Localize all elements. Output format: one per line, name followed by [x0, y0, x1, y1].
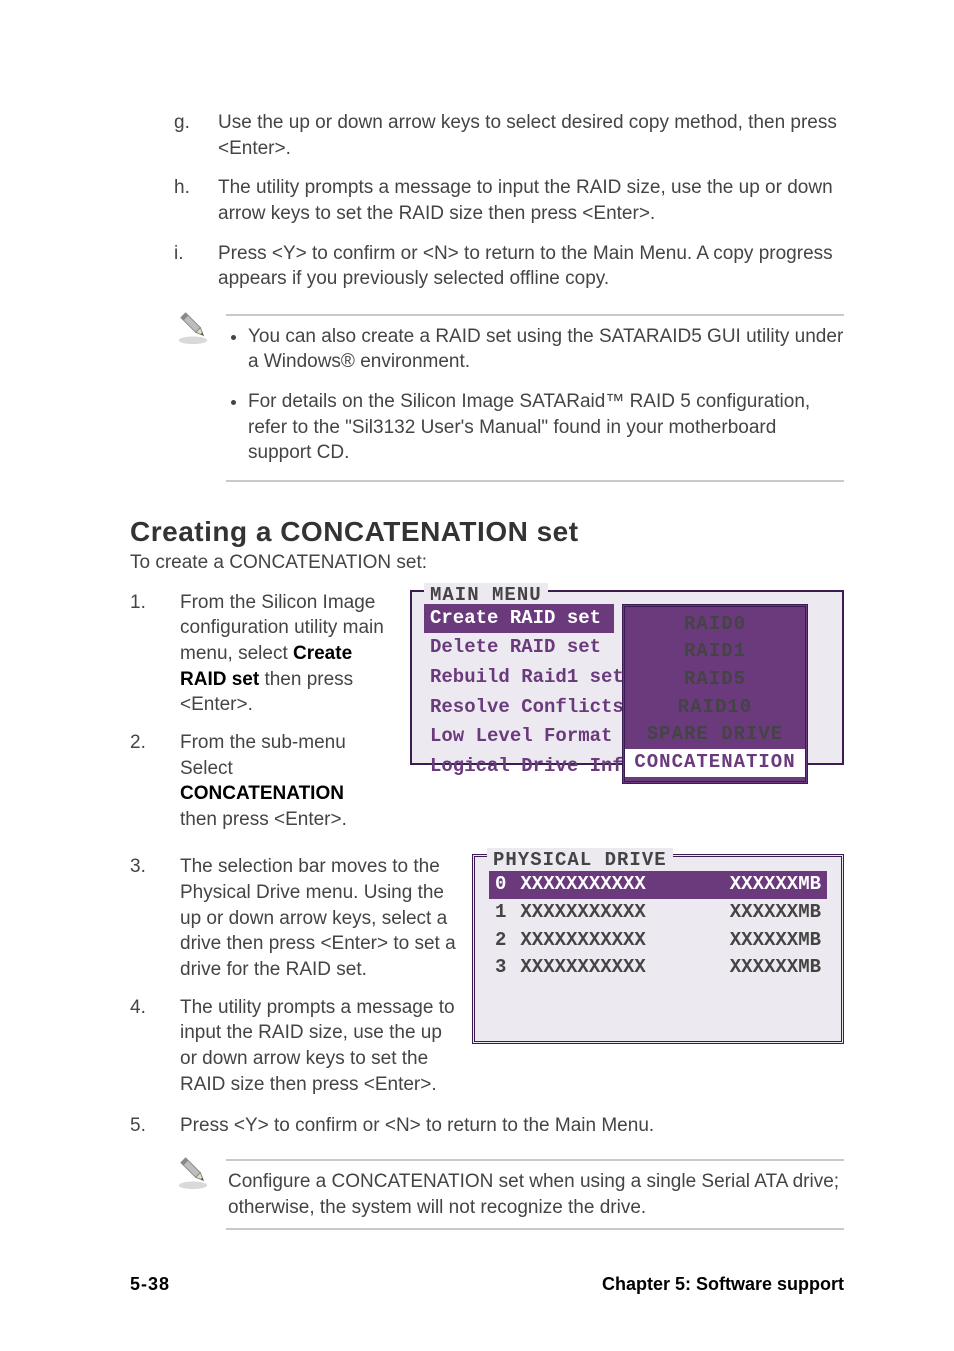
- strong-text: CONCATENATION: [180, 783, 344, 804]
- drive-idx: 0: [495, 872, 506, 898]
- list-text: Press <Y> to confirm or <N> to return to…: [218, 241, 844, 292]
- chapter-label: Chapter 5: Software support: [602, 1274, 844, 1295]
- bios-menu-item: Resolve Conflicts: [424, 693, 614, 723]
- drive-size: XXXXXXMB: [730, 928, 821, 954]
- drive-idx: 3: [495, 955, 506, 981]
- lettered-item-h: h. The utility prompts a message to inpu…: [130, 175, 844, 226]
- step-marker: 1.: [130, 590, 180, 718]
- step-text: From the sub-menu Select CONCATENATION t…: [180, 730, 390, 833]
- list-marker: h.: [174, 175, 218, 226]
- list-text: Use the up or down arrow keys to select …: [218, 110, 844, 161]
- page-footer: 5-38 Chapter 5: Software support: [130, 1274, 844, 1295]
- lettered-item-i: i. Press <Y> to confirm or <N> to return…: [130, 241, 844, 292]
- step-text: The utility prompts a message to input t…: [180, 995, 458, 1098]
- bios-menu-list: Create RAID set Delete RAID set Rebuild …: [424, 604, 614, 782]
- drive-name: XXXXXXXXXXX: [520, 928, 645, 954]
- bios-popup-item: RAID0: [625, 611, 805, 639]
- drive-row: 0 XXXXXXXXXXX XXXXXXMB: [489, 871, 827, 899]
- drive-idx: 2: [495, 928, 506, 954]
- drive-size: XXXXXXMB: [730, 872, 821, 898]
- step-marker: 5.: [130, 1113, 180, 1139]
- step-text: From the Silicon Image configuration uti…: [180, 590, 390, 718]
- note1-item: For details on the Silicon Image SATARai…: [248, 389, 844, 466]
- step-5: 5. Press <Y> to confirm or <N> to return…: [130, 1113, 844, 1139]
- drive-name: XXXXXXXXXXX: [520, 900, 645, 926]
- drive-row: 1 XXXXXXXXXXX XXXXXXMB: [489, 899, 827, 927]
- drive-row: 3 XXXXXXXXXXX XXXXXXMB: [489, 954, 827, 982]
- drive-table: 0 XXXXXXXXXXX XXXXXXMB 1 XXXXXXXXXXX XXXXX…: [489, 871, 827, 982]
- note-box-2: Configure a CONCATENATION set when using…: [174, 1151, 844, 1238]
- bios-popup-item: RAID5: [625, 666, 805, 694]
- bios-physical-drive-panel: PHYSICAL DRIVE 0XXXXXXXXXXX XXXXXXMB 1XX…: [472, 854, 844, 1044]
- drive-name: XXXXXXXXXXX: [520, 955, 645, 981]
- step-text: Press <Y> to confirm or <N> to return to…: [180, 1113, 844, 1139]
- step-marker: 4.: [130, 995, 180, 1098]
- drive-row: 2 XXXXXXXXXXX XXXXXXMB: [489, 927, 827, 955]
- step-marker: 2.: [130, 730, 180, 833]
- bios-raid-type-popup: RAID0 RAID1 RAID5 RAID10 SPARE DRIVE CON…: [622, 604, 808, 784]
- section-title: Creating a CONCATENATION set: [130, 516, 844, 548]
- step-marker: 3.: [130, 854, 180, 982]
- list-text: The utility prompts a message to input t…: [218, 175, 844, 226]
- bios-popup-item: RAID10: [625, 694, 805, 722]
- step-1: 1. From the Silicon Image configuration …: [130, 590, 390, 718]
- bios-menu-item: Create RAID set: [424, 604, 614, 634]
- bios-menu-item: Low Level Format: [424, 722, 614, 752]
- pencil-note-icon: [174, 308, 212, 354]
- drive-idx: 1: [495, 900, 506, 926]
- section-subtitle: To create a CONCATENATION set:: [130, 550, 844, 576]
- note-box-1: You can also create a RAID set using the…: [174, 306, 844, 490]
- drive-name: XXXXXXXXXXX: [520, 872, 645, 898]
- bios-menu-item: Delete RAID set: [424, 633, 614, 663]
- bios-popup-item: CONCATENATION: [625, 749, 805, 777]
- bios-menu-item: Logical Drive Info: [424, 752, 614, 782]
- note2-text: Configure a CONCATENATION set when using…: [226, 1169, 844, 1220]
- step-4: 4. The utility prompts a message to inpu…: [130, 995, 458, 1098]
- drive-size: XXXXXXMB: [730, 900, 821, 926]
- bios-popup-item: SPARE DRIVE: [625, 721, 805, 749]
- list-marker: i.: [174, 241, 218, 292]
- step-2: 2. From the sub-menu Select CONCATENATIO…: [130, 730, 390, 833]
- list-marker: g.: [174, 110, 218, 161]
- note1-list: You can also create a RAID set using the…: [226, 324, 844, 466]
- bios-menu-item: Rebuild Raid1 set: [424, 663, 614, 693]
- lettered-item-g: g. Use the up or down arrow keys to sele…: [130, 110, 844, 161]
- lettered-list: g. Use the up or down arrow keys to sele…: [130, 110, 844, 292]
- step-text: The selection bar moves to the Physical …: [180, 854, 458, 982]
- bios-popup-item: RAID1: [625, 638, 805, 666]
- panel-legend: PHYSICAL DRIVE: [487, 848, 673, 874]
- note1-item: You can also create a RAID set using the…: [248, 324, 844, 375]
- page-number: 5-38: [130, 1274, 170, 1295]
- pencil-note-icon: [174, 1153, 212, 1199]
- bios-main-menu-panel: MAIN MENU Create RAID set Delete RAID se…: [410, 590, 844, 765]
- step-3: 3. The selection bar moves to the Physic…: [130, 854, 458, 982]
- drive-size: XXXXXXMB: [730, 955, 821, 981]
